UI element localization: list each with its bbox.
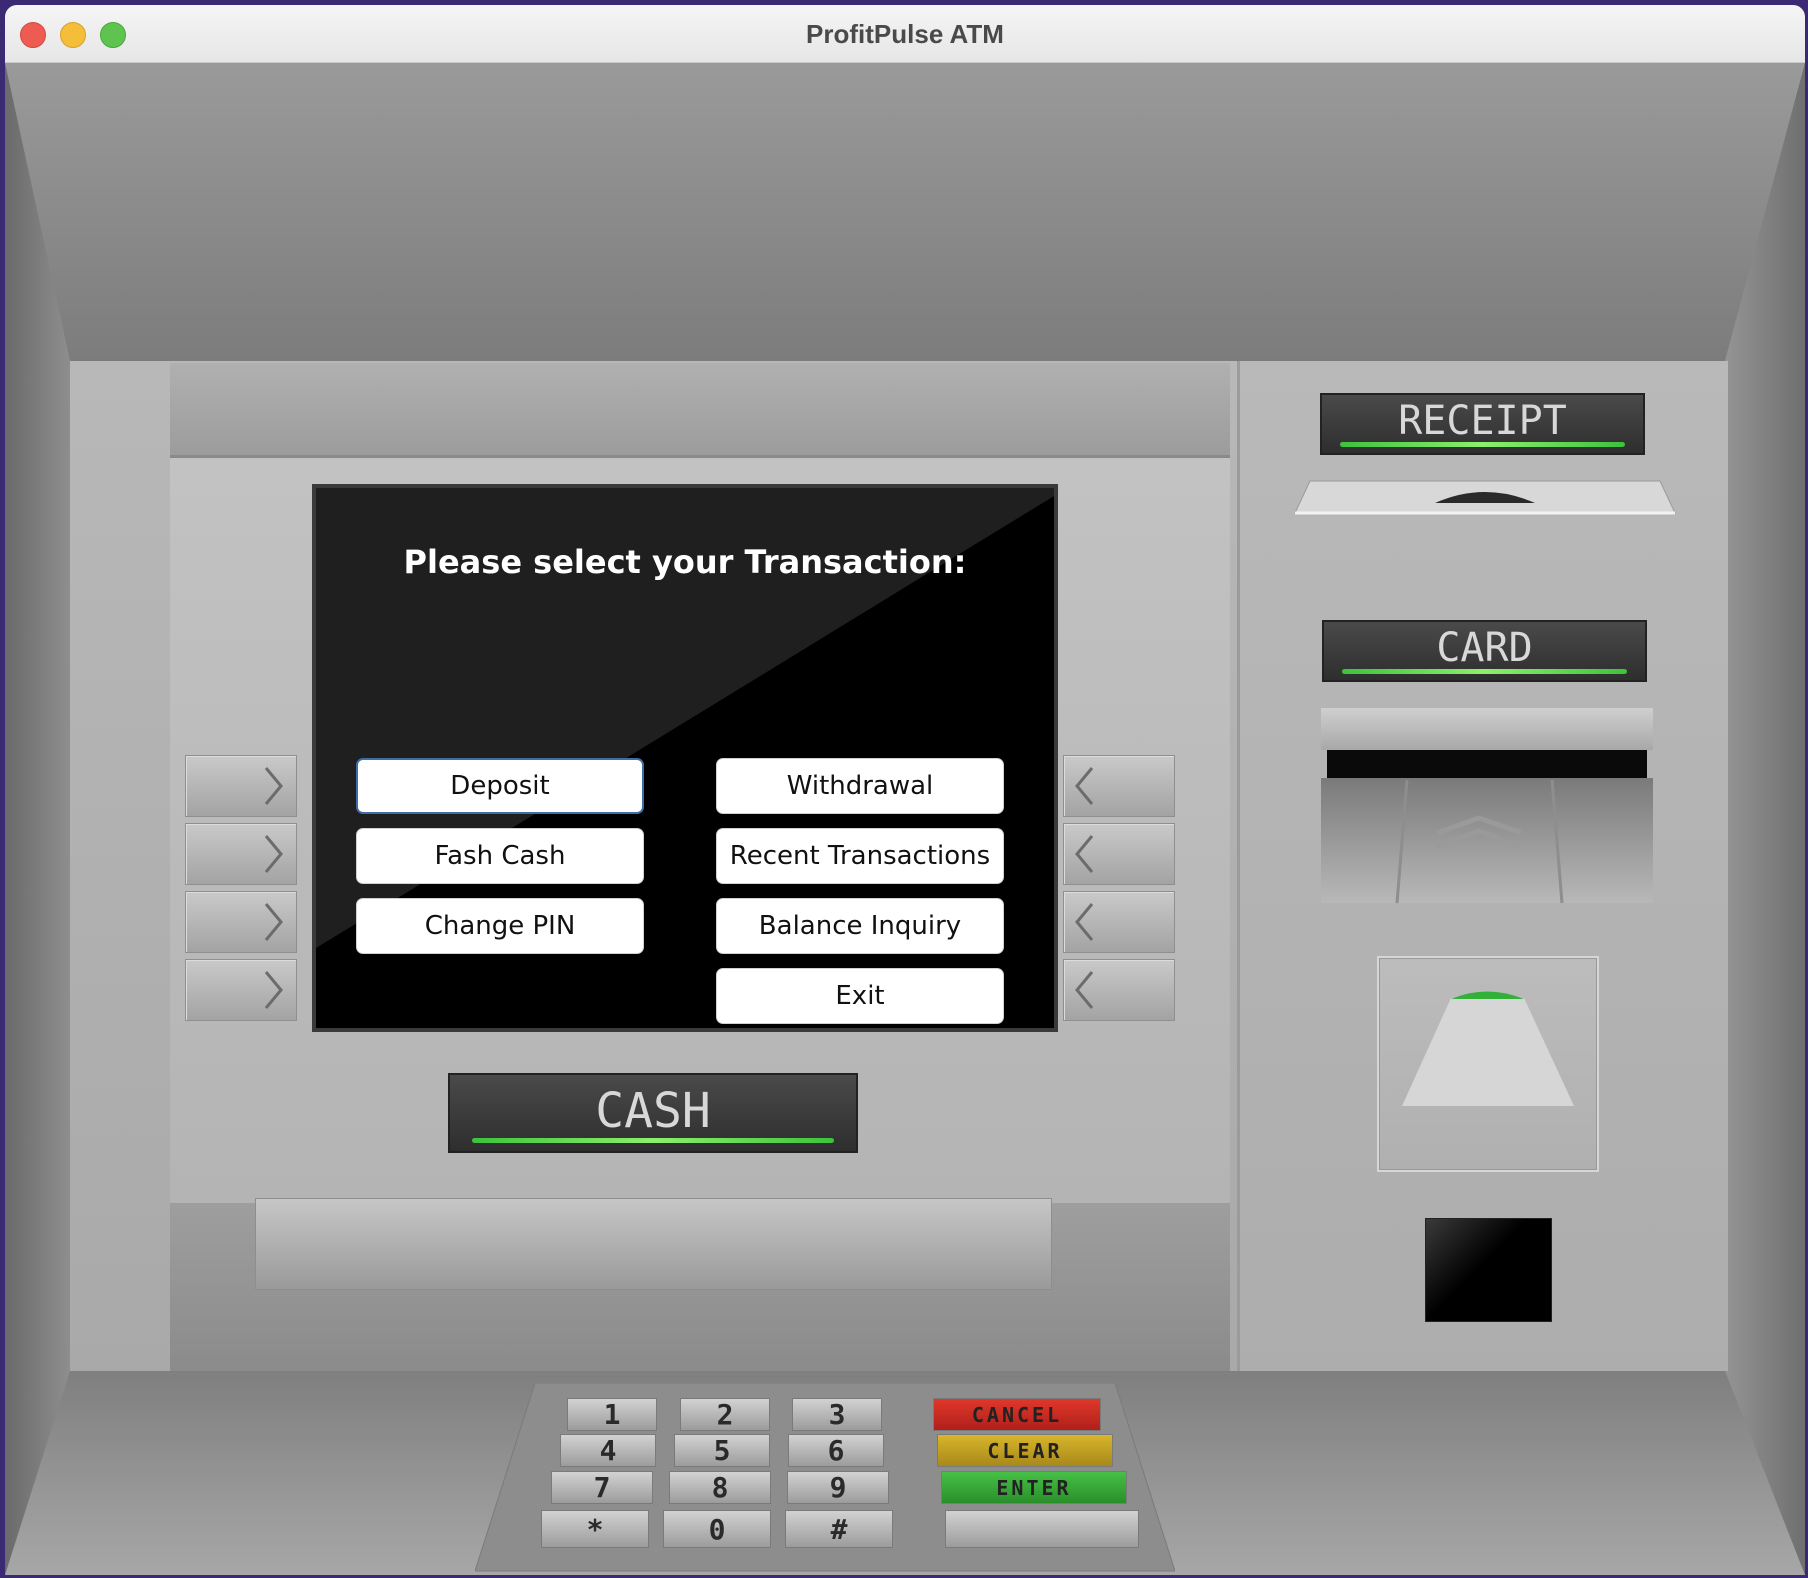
key-0[interactable]: 0 — [663, 1510, 771, 1548]
right-side-button-2[interactable] — [1063, 823, 1175, 885]
cash-label-plate: CASH — [448, 1073, 858, 1153]
left-side-button-4[interactable] — [185, 959, 297, 1021]
right-side-button-1[interactable] — [1063, 755, 1175, 817]
enter-key[interactable]: ENTER — [941, 1471, 1127, 1504]
card-insert-icon — [1402, 991, 1574, 1106]
atm-scene: Please select your Transaction: Deposit … — [5, 63, 1805, 1575]
exit-button[interactable]: Exit — [716, 968, 1004, 1024]
top-bezel — [170, 363, 1230, 458]
key-6[interactable]: 6 — [788, 1434, 884, 1467]
key-hash[interactable]: # — [785, 1510, 893, 1548]
clear-key[interactable]: CLEAR — [937, 1434, 1113, 1467]
change-pin-button[interactable]: Change PIN — [356, 898, 644, 954]
card-label: CARD — [1436, 625, 1533, 671]
key-9[interactable]: 9 — [787, 1471, 889, 1504]
cash-dispenser-slot — [255, 1198, 1052, 1290]
receipt-label: RECEIPT — [1398, 398, 1567, 444]
recent-transactions-button[interactable]: Recent Transactions — [716, 828, 1004, 884]
left-side-button-1[interactable] — [185, 755, 297, 817]
key-1[interactable]: 1 — [567, 1398, 657, 1431]
withdrawal-button[interactable]: Withdrawal — [716, 758, 1004, 814]
right-side-button-3[interactable] — [1063, 891, 1175, 953]
key-5[interactable]: 5 — [674, 1434, 770, 1467]
screen-prompt: Please select your Transaction: — [403, 543, 967, 581]
cash-label: CASH — [595, 1083, 711, 1139]
right-side-button-4[interactable] — [1063, 959, 1175, 1021]
cash-indicator-light — [472, 1138, 834, 1143]
receipt-slot — [1294, 480, 1676, 515]
atm-screen: Please select your Transaction: Deposit … — [312, 484, 1058, 1032]
title-bar: ProfitPulse ATM — [5, 5, 1805, 63]
deposit-button[interactable]: Deposit — [356, 758, 644, 814]
receipt-label-plate: RECEIPT — [1320, 393, 1645, 455]
fast-cash-button[interactable]: Fash Cash — [356, 828, 644, 884]
key-4[interactable]: 4 — [560, 1434, 656, 1467]
key-8[interactable]: 8 — [669, 1471, 771, 1504]
cancel-key[interactable]: CANCEL — [933, 1398, 1101, 1431]
key-3[interactable]: 3 — [792, 1398, 882, 1431]
card-label-plate: CARD — [1322, 620, 1647, 682]
blank-key[interactable] — [945, 1510, 1139, 1548]
camera-sensor — [1425, 1218, 1552, 1322]
left-side-button-3[interactable] — [185, 891, 297, 953]
balance-inquiry-button[interactable]: Balance Inquiry — [716, 898, 1004, 954]
window-title: ProfitPulse ATM — [806, 19, 1004, 49]
left-side-button-2[interactable] — [185, 823, 297, 885]
card-insert-bay — [1377, 956, 1599, 1172]
card-indicator-light — [1342, 669, 1627, 674]
app-window: ProfitPulse ATM Please select your Trans… — [5, 5, 1805, 1575]
card-reader-slot[interactable] — [1317, 708, 1657, 908]
key-7[interactable]: 7 — [551, 1471, 653, 1504]
key-2[interactable]: 2 — [680, 1398, 770, 1431]
receipt-indicator-light — [1340, 442, 1625, 447]
key-star[interactable]: * — [541, 1510, 649, 1548]
